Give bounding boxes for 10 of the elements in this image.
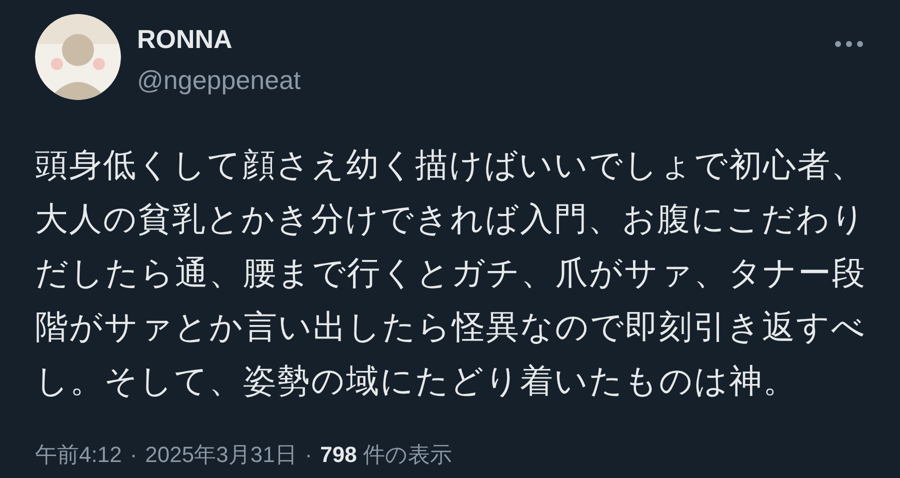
post-time[interactable]: 午前4:12	[35, 440, 122, 470]
separator: ·	[304, 442, 312, 468]
author-name[interactable]: RONNA	[137, 24, 834, 55]
separator: ·	[130, 442, 138, 468]
more-icon[interactable]	[834, 40, 864, 48]
author-handle[interactable]: @ngeppeneat	[137, 65, 834, 96]
post-date[interactable]: 2025年3月31日	[145, 440, 297, 470]
view-count: 798	[320, 442, 357, 468]
post-text: 頭身低くして顔さえ幼く描けばいいでしょで初心者、大人の貧乳とかき分けできれば入門、お腹にこだわりだしたら通、腰まで行くとガチ、爪がサァ、タナー段階がサァとか言い出したら怪異なので即刻引き返すべし。そして、姿勢の域にたどり着いたものは神。	[35, 145, 867, 401]
view-label: 件の表示	[362, 441, 452, 469]
